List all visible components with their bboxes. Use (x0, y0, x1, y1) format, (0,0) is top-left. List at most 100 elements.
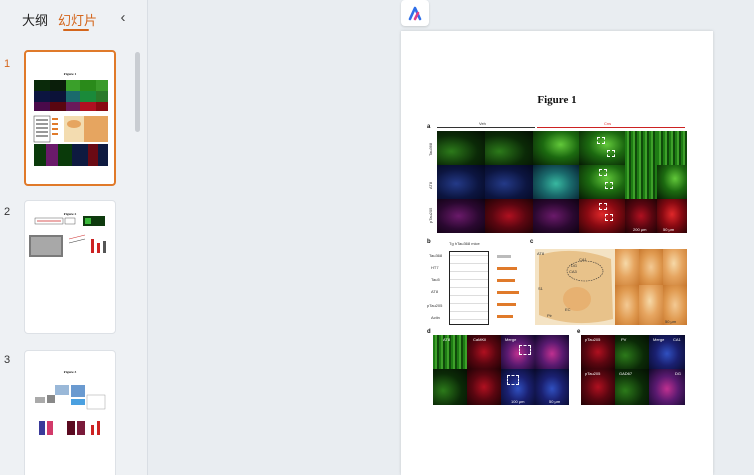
region-label: EC (565, 307, 571, 312)
slide-thumbnail[interactable]: Figure 2 (24, 200, 116, 334)
micrograph (657, 165, 687, 199)
blot-row-label: Tau368 (429, 253, 443, 258)
app-logo-icon (401, 0, 429, 26)
row-label-tau368: Tau368 (428, 142, 433, 156)
slide-preview-title: Figure 1 (64, 72, 77, 76)
chart-bar (497, 279, 515, 282)
scale-bar-label: 50 μm (549, 399, 561, 404)
active-tab-underline (63, 29, 89, 31)
panel-label-e: e (577, 329, 581, 335)
row-label-ptau205: pTau205 (428, 207, 433, 223)
chart-bar (497, 303, 516, 306)
scale-bar-label: 200 μm (633, 227, 647, 232)
scale-bar-label: 100 μm (511, 399, 525, 404)
column-header: CaMKII (473, 337, 487, 342)
sidebar-tabs: 大纲 幻灯片 ‹ (0, 0, 148, 40)
slide-thumbnail-item[interactable]: 3 Figure 3 (0, 348, 140, 475)
roi-box (519, 345, 531, 355)
micrograph (625, 165, 657, 199)
column-header: Merge (505, 337, 517, 342)
figure-title: Figure 1 (537, 94, 577, 106)
slide-preview: Figure 2 (29, 212, 106, 257)
slide-thumbnail-item[interactable]: 2 Figure 2 (0, 200, 140, 336)
panel-label-c: c (530, 239, 534, 245)
region-label: Pir (547, 313, 552, 318)
column-label-cns: Cns (604, 121, 612, 126)
micrograph (437, 199, 485, 233)
slide-thumbnail[interactable]: Figure 3 (24, 350, 116, 475)
micrograph (533, 165, 579, 199)
roi-box (605, 214, 613, 221)
blot-group-label: Tg hTau368 mice (449, 241, 480, 246)
roi-box (597, 137, 605, 144)
western-blot (449, 251, 489, 325)
micrograph (485, 199, 533, 233)
slide-page: Figure 1 a Veh Cns CA1 DG Tau368 AT8 pTa… (401, 31, 713, 475)
chevron-left-icon[interactable]: ‹ (116, 9, 130, 27)
roi-box (605, 182, 613, 189)
region-label: DG (571, 263, 577, 268)
blot-row-label: Actin (431, 315, 440, 320)
chart-bar (497, 267, 517, 270)
slide-preview-title: Figure 2 (64, 212, 77, 216)
slide-number: 3 (4, 354, 11, 366)
roi-box (507, 375, 519, 385)
panel-label-b: b (427, 239, 431, 245)
micrograph (533, 131, 579, 165)
micrograph (657, 131, 687, 165)
chart-bar (497, 255, 511, 258)
micrograph (639, 249, 663, 285)
blot-row-label: AT8 (431, 289, 439, 294)
column-header: AT8 (443, 337, 451, 342)
sidebar-scrollbar[interactable] (135, 52, 140, 132)
micrograph (663, 249, 687, 285)
blot-row-label: pTau205 (427, 303, 443, 308)
scale-bar-label: 50 μm (663, 227, 675, 232)
panel-label-a: a (427, 124, 431, 130)
micrograph (485, 165, 533, 199)
slide-preview: Figure 1 (33, 72, 108, 166)
tab-slides[interactable]: 幻灯片 (58, 10, 97, 29)
region-label: DG (675, 371, 681, 376)
panel-label-d: d (427, 329, 431, 335)
blot-row-label: HT7 (431, 265, 439, 270)
region-label: CA1 (579, 257, 587, 262)
micrograph (485, 131, 533, 165)
micrograph (437, 131, 485, 165)
column-header: Merge (653, 337, 665, 342)
slide-sidebar: 大纲 幻灯片 ‹ 1 Figure 1 2 Figure 2 3 Figure … (0, 0, 148, 475)
column-header: pTau205 (585, 337, 601, 342)
slide-thumbnail-item[interactable]: 1 Figure 1 (0, 50, 140, 190)
micrograph (433, 369, 467, 405)
micrograph (533, 199, 579, 233)
region-label: AT8 (537, 251, 545, 256)
slide-number: 1 (4, 58, 11, 70)
micrograph (625, 131, 657, 165)
region-label: CA1 (673, 337, 681, 342)
slide-preview: Figure 3 (35, 370, 106, 435)
roi-box (599, 169, 607, 176)
column-header: pTau205 (585, 371, 601, 376)
micrograph (467, 369, 501, 405)
slide-canvas: Figure 1 a Veh Cns CA1 DG Tau368 AT8 pTa… (149, 0, 754, 475)
chart-bar (497, 291, 519, 294)
micrograph (615, 285, 639, 325)
roi-box (607, 150, 615, 157)
roi-box (599, 203, 607, 210)
micrograph (615, 249, 639, 285)
chart-bar (497, 315, 513, 318)
region-label: S1 (538, 286, 543, 291)
blot-row-label: Tau5 (431, 277, 440, 282)
slide-preview-title: Figure 3 (64, 370, 77, 374)
app: 大纲 幻灯片 ‹ 1 Figure 1 2 Figure 2 3 Figure … (0, 0, 754, 475)
micrograph (639, 285, 663, 325)
micrograph (437, 165, 485, 199)
row-label-at8: AT8 (428, 181, 433, 189)
scale-bar-label: 50 μm (665, 319, 677, 324)
region-label: CA3 (569, 269, 577, 274)
column-header: GAD67 (619, 371, 633, 376)
slide-thumbnail[interactable]: Figure 1 (24, 50, 116, 186)
micrograph (535, 335, 569, 369)
column-header: PV (621, 337, 627, 342)
tab-outline[interactable]: 大纲 (22, 10, 48, 29)
